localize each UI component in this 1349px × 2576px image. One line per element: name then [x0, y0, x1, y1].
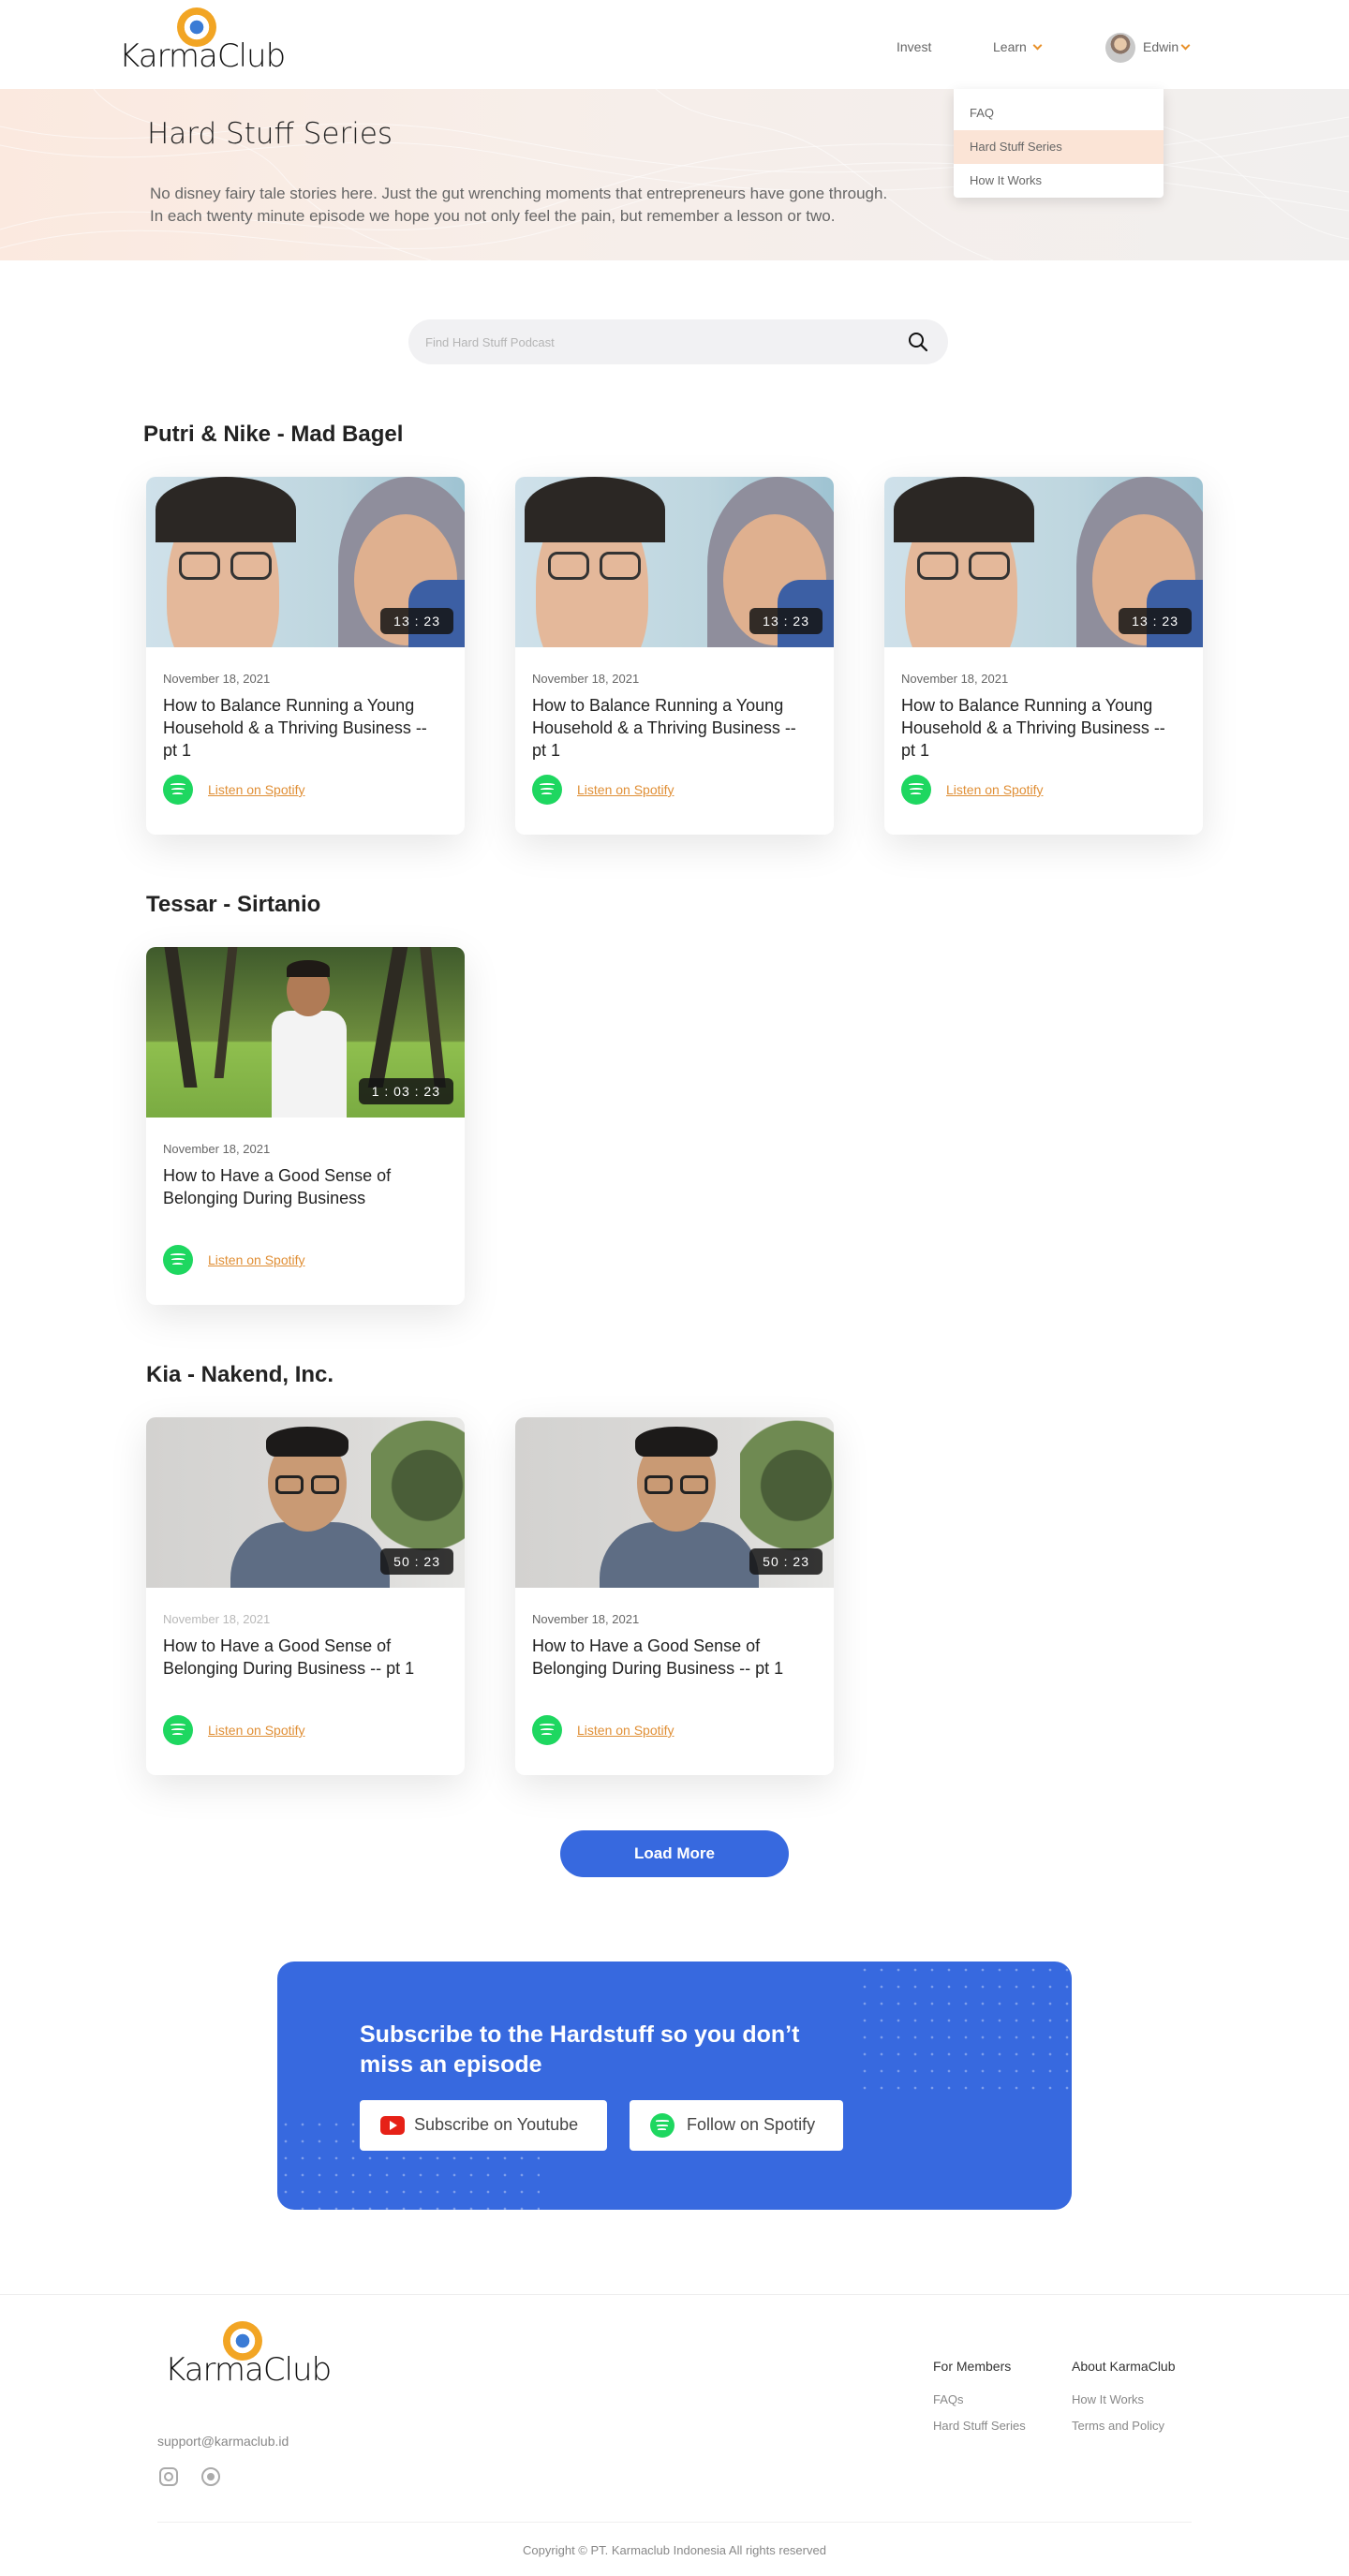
duration-badge: 13 : 23: [380, 608, 453, 634]
search-bar: [408, 319, 948, 364]
hero-description-line-1: No disney fairy tale stories here. Just …: [150, 185, 888, 202]
listen-on-spotify-link[interactable]: Listen on Spotify: [208, 782, 305, 797]
footer-heading-about: About KarmaClub: [1072, 2359, 1176, 2374]
episode-title: How to Balance Running a Young Household…: [532, 696, 796, 760]
listen-on-spotify-link[interactable]: Listen on Spotify: [208, 1723, 305, 1738]
spotify-icon[interactable]: [532, 1715, 562, 1745]
spotify-icon: [650, 2113, 674, 2138]
karmaclub-logo[interactable]: KarmaClub: [119, 7, 286, 75]
footer-karmaclub-logo[interactable]: KarmaClub: [165, 2321, 332, 2389]
episode-card[interactable]: 50 : 23 November 18, 2021 How to Have a …: [146, 1417, 465, 1775]
section-title: Putri & Nike - Mad Bagel: [143, 422, 404, 447]
spotify-icon[interactable]: [901, 775, 931, 805]
episode-thumbnail: 1 : 03 : 23: [146, 947, 465, 1118]
section-title: Kia - Nakend, Inc.: [146, 1362, 334, 1387]
listen-on-spotify-link[interactable]: Listen on Spotify: [208, 1252, 305, 1267]
footer-heading-members: For Members: [933, 2359, 1012, 2374]
episode-date: November 18, 2021: [901, 672, 1009, 686]
instagram-icon[interactable]: [159, 2467, 178, 2486]
episode-title: How to Have a Good Sense of Belonging Du…: [163, 1166, 392, 1207]
hero-description: No disney fairy tale stories here. Just …: [150, 183, 993, 228]
footer-divider: [0, 2294, 1349, 2295]
listen-on-spotify-link[interactable]: Listen on Spotify: [946, 782, 1044, 797]
listen-on-spotify-link[interactable]: Listen on Spotify: [577, 1723, 674, 1738]
logo-wordmark: KarmaClub: [165, 2351, 332, 2389]
menu-item-faq[interactable]: FAQ: [954, 96, 1164, 130]
subscribe-title: Subscribe to the Hardstuff so you don’t …: [360, 2021, 800, 2078]
episode-card[interactable]: 13 : 23 November 18, 2021 How to Balance…: [884, 477, 1203, 835]
episode-thumbnail: 13 : 23: [515, 477, 834, 647]
top-nav: KarmaClub Invest Learn Edwin: [0, 0, 1349, 89]
episode-thumbnail: 13 : 23: [884, 477, 1203, 647]
search-icon[interactable]: [907, 331, 929, 353]
spotify-icon[interactable]: [163, 1245, 193, 1275]
footer-link-how-it-works[interactable]: How It Works: [1072, 2392, 1144, 2406]
spotify-icon[interactable]: [532, 775, 562, 805]
spotify-icon[interactable]: [163, 1715, 193, 1745]
follow-spotify-label: Follow on Spotify: [687, 2115, 816, 2134]
avatar[interactable]: [1105, 33, 1135, 63]
whatsapp-icon[interactable]: [201, 2467, 220, 2486]
episode-title: How to Have a Good Sense of Belonging Du…: [532, 1636, 784, 1678]
spotify-icon[interactable]: [163, 775, 193, 805]
hero-description-line-2: In each twenty minute episode we hope yo…: [150, 207, 836, 225]
duration-badge: 13 : 23: [1119, 608, 1192, 634]
support-email[interactable]: support@karmaclub.id: [157, 2434, 289, 2449]
duration-badge: 1 : 03 : 23: [358, 1078, 453, 1104]
learn-dropdown-menu: FAQ Hard Stuff Series How It Works: [954, 89, 1164, 198]
subscribe-youtube-label: Subscribe on Youtube: [414, 2115, 579, 2134]
duration-badge: 50 : 23: [749, 1548, 823, 1575]
episode-title: How to Have a Good Sense of Belonging Du…: [163, 1636, 415, 1678]
logo-wordmark: KarmaClub: [119, 37, 286, 75]
user-menu[interactable]: Edwin: [1143, 39, 1191, 54]
episode-thumbnail: 50 : 23: [515, 1417, 834, 1588]
footer-link-faqs[interactable]: FAQs: [933, 2392, 964, 2406]
footer-link-hard-stuff-series[interactable]: Hard Stuff Series: [933, 2419, 1026, 2433]
subscribe-banner: Subscribe to the Hardstuff so you don’t …: [277, 1962, 1072, 2210]
episode-card[interactable]: 1 : 03 : 23 November 18, 2021 How to Hav…: [146, 947, 465, 1305]
episode-card[interactable]: 13 : 23 November 18, 2021 How to Balance…: [146, 477, 465, 835]
copyright: Copyright © PT. Karmaclub Indonesia All …: [523, 2543, 826, 2557]
chevron-down-icon: [1032, 40, 1043, 51]
user-name: Edwin: [1143, 39, 1179, 54]
episode-date: November 18, 2021: [532, 672, 640, 686]
dot-pattern: [856, 1962, 1072, 2093]
menu-item-hard-stuff-series[interactable]: Hard Stuff Series: [954, 130, 1164, 164]
chevron-down-icon: [1180, 40, 1191, 51]
episode-title: How to Balance Running a Young Household…: [901, 696, 1165, 760]
episode-title: How to Balance Running a Young Household…: [163, 696, 427, 760]
nav-learn-label: Learn: [993, 39, 1027, 54]
nav-invest[interactable]: Invest: [897, 39, 931, 54]
episode-date: November 18, 2021: [532, 1612, 640, 1626]
subscribe-youtube-button[interactable]: Subscribe on Youtube: [360, 2100, 607, 2151]
footer-bottom-divider: [157, 2522, 1192, 2523]
episode-date: November 18, 2021: [163, 1142, 271, 1156]
menu-item-how-it-works[interactable]: How It Works: [954, 164, 1164, 198]
duration-badge: 13 : 23: [749, 608, 823, 634]
page-title: Hard Stuff Series: [147, 117, 393, 151]
load-more-button[interactable]: Load More: [560, 1830, 789, 1877]
episode-card[interactable]: 13 : 23 November 18, 2021 How to Balance…: [515, 477, 834, 835]
duration-badge: 50 : 23: [380, 1548, 453, 1575]
listen-on-spotify-link[interactable]: Listen on Spotify: [577, 782, 674, 797]
nav-learn[interactable]: Learn: [993, 39, 1043, 54]
section-title: Tessar - Sirtanio: [146, 892, 321, 917]
search-input[interactable]: [425, 331, 875, 353]
episode-date: November 18, 2021: [163, 1612, 271, 1626]
episode-card[interactable]: 50 : 23 November 18, 2021 How to Have a …: [515, 1417, 834, 1775]
footer-link-terms[interactable]: Terms and Policy: [1072, 2419, 1164, 2433]
episode-date: November 18, 2021: [163, 672, 271, 686]
youtube-icon: [380, 2116, 405, 2135]
episode-thumbnail: 13 : 23: [146, 477, 465, 647]
episode-thumbnail: 50 : 23: [146, 1417, 465, 1588]
follow-spotify-button[interactable]: Follow on Spotify: [630, 2100, 843, 2151]
